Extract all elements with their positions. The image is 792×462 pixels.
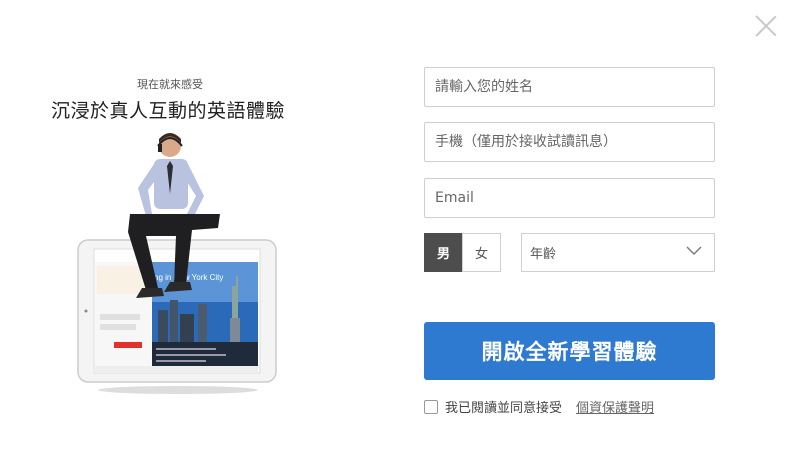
screen-red-button — [114, 342, 142, 348]
tablet-camera — [84, 309, 88, 313]
agree-label: 我已閱讀並同意接受 — [445, 401, 563, 416]
screen-chat-bubble-1 — [100, 314, 140, 320]
hero-illustration: ng in New York City — [77, 133, 277, 394]
age-select[interactable]: 年齡 — [521, 233, 715, 272]
screen-building-1 — [158, 310, 168, 342]
phone-input[interactable] — [424, 122, 715, 162]
screen-building-3 — [180, 314, 194, 342]
screen-sky-light — [152, 262, 258, 302]
screen-note — [97, 266, 147, 294]
start-learning-button[interactable]: 開啟全新學習體驗 — [424, 322, 715, 380]
left-subtitle: 現在就來感受 — [137, 78, 203, 91]
screen-building-2 — [170, 300, 178, 342]
screen-building-4 — [198, 304, 207, 342]
screen-lesson-line-3 — [156, 360, 206, 362]
name-input[interactable] — [424, 67, 715, 107]
screen-statue-base — [230, 318, 240, 342]
screen-lesson-line-1 — [156, 348, 216, 350]
screen-caption: ng in New York City — [154, 273, 223, 282]
screen-lesson-line-2 — [156, 354, 226, 356]
screen-statue-arm — [236, 276, 238, 288]
privacy-link[interactable]: 個資保護聲明 — [576, 397, 654, 416]
screen-bottom-bar — [95, 366, 258, 373]
left-title: 沉浸於真人互動的英語體驗 — [50, 100, 285, 122]
screen-chat-bubble-2 — [100, 324, 136, 330]
gender-male-button[interactable]: 男 — [424, 233, 463, 272]
screen-statue — [232, 286, 238, 318]
email-input[interactable] — [424, 178, 715, 218]
gender-female-button[interactable]: 女 — [462, 233, 501, 272]
close-icon[interactable] — [754, 14, 778, 38]
age-select-label: 年齡 — [530, 247, 557, 262]
checkbox-icon[interactable] — [424, 399, 438, 414]
chevron-down-icon — [686, 246, 702, 255]
tablet-shadow — [98, 386, 258, 394]
headset-mic — [158, 144, 162, 152]
agree-row: 我已閱讀並同意接受 個資保護聲明 — [424, 397, 654, 416]
